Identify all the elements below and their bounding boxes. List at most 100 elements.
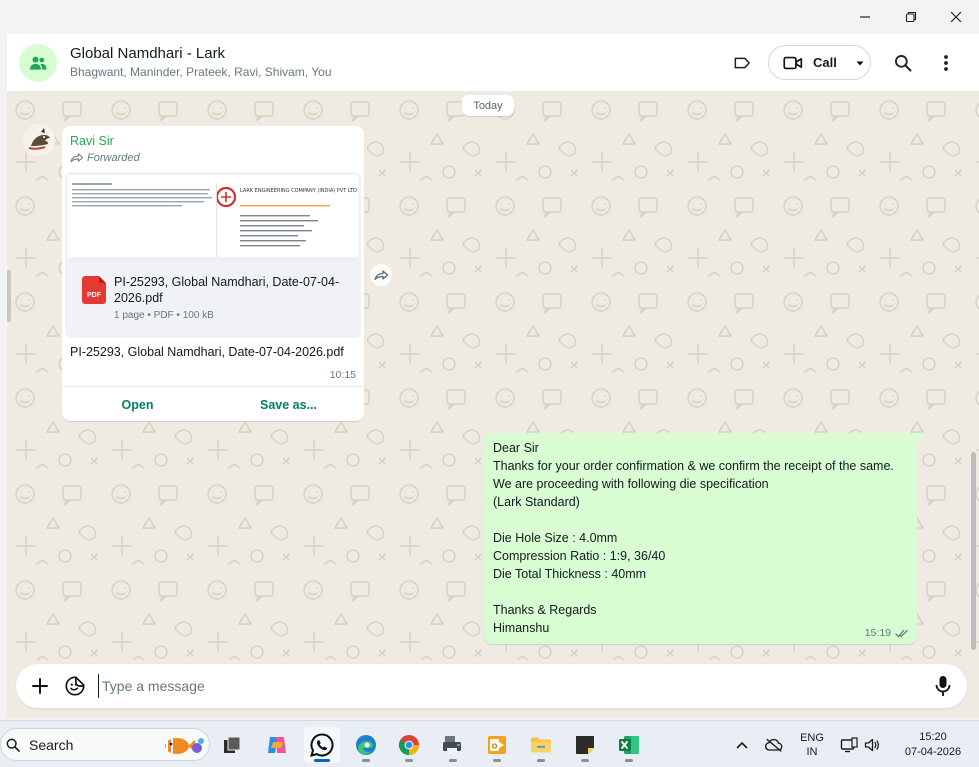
excel-icon — [619, 736, 639, 754]
forward-arrow-icon — [374, 269, 388, 280]
group-avatar[interactable] — [19, 44, 57, 82]
taskbar-sticky-notes[interactable] — [567, 727, 603, 763]
participants-list[interactable]: Bhagwant, Maninder, Prateek, Ravi, Shiva… — [70, 65, 332, 79]
message-timestamp: 15:19 — [864, 627, 891, 639]
caret-down-icon — [856, 61, 864, 65]
window-title-bar — [0, 0, 979, 34]
folder-icon — [531, 737, 551, 753]
document-meta: 1 page • PDF • 100 kB — [114, 310, 214, 321]
network-icon — [840, 736, 858, 752]
message-list-scrollbar[interactable] — [971, 452, 976, 650]
minimize-button[interactable] — [842, 0, 888, 34]
document-preview[interactable]: LARK ENGINEERING COMPANY (INDIA) PVT LTD — [68, 175, 358, 262]
save-as-button[interactable]: Save as... — [213, 387, 364, 422]
cloud-offline-icon — [764, 738, 783, 752]
sender-avatar[interactable] — [23, 124, 55, 156]
taskbar-excel[interactable] — [611, 727, 647, 763]
forwarded-text: Forwarded — [87, 152, 140, 164]
outgoing-message-meta: 15:19 — [865, 627, 909, 639]
chrome-browser-icon — [398, 735, 419, 756]
open-document-button[interactable]: Open — [62, 387, 213, 422]
day-divider: Today — [462, 95, 514, 116]
outgoing-message-text: Dear Sir Thanks for your order confirmat… — [493, 441, 894, 635]
microphone-icon — [935, 676, 951, 696]
left-scrollbar[interactable] — [7, 270, 11, 322]
taskbar-copilot[interactable] — [259, 727, 295, 763]
restore-icon — [905, 11, 917, 23]
document-info-row[interactable]: PDF PI-25293, Global Namdhari, Date-07-0… — [65, 262, 361, 338]
call-button[interactable]: Call — [768, 45, 871, 80]
composer-bar — [7, 660, 979, 718]
edge-browser-icon — [356, 735, 376, 755]
search-icon — [6, 738, 20, 752]
taskbar-chrome[interactable] — [391, 727, 427, 763]
document-preview-company: LARK ENGINEERING COMPANY (INDIA) PVT LTD — [240, 188, 357, 194]
close-icon — [950, 11, 962, 23]
region-code: IN — [806, 746, 818, 758]
whatsapp-icon — [310, 733, 334, 757]
pdf-icon-label: PDF — [87, 292, 101, 299]
sticky-note-icon — [576, 736, 594, 754]
chat-title[interactable]: Global Namdhari - Lark — [70, 45, 225, 62]
double-check-icon — [895, 629, 908, 637]
volume-icon — [864, 738, 879, 751]
pdf-file-icon: PDF — [82, 276, 106, 304]
taskbar-task-view[interactable] — [214, 727, 250, 763]
message-list[interactable]: Today Ravi Sir Forwarded LARK ENGINEERIN… — [7, 92, 979, 660]
call-button-label: Call — [813, 55, 837, 70]
input-language-indicator[interactable]: ENG IN — [796, 731, 828, 759]
taskbar-outlook[interactable]: O — [479, 727, 515, 763]
clock-date: 07-04-2026 — [904, 746, 962, 758]
document-preview-image: LARK ENGINEERING COMPANY (INDIA) PVT LTD — [68, 175, 358, 262]
message-timestamp: 10:15 — [329, 369, 356, 381]
system-clock[interactable]: 15:20 07-04-2026 — [893, 730, 973, 760]
search-chat-button[interactable] — [891, 51, 915, 75]
taskbar-whatsapp[interactable] — [304, 727, 340, 763]
group-icon — [30, 56, 47, 70]
label-button[interactable] — [730, 51, 754, 75]
printer-scanner-icon — [443, 736, 461, 754]
chevron-up-icon — [736, 741, 748, 748]
outlook-mail-icon: O — [488, 736, 506, 754]
language-code: ENG — [800, 732, 824, 744]
close-window-button[interactable] — [933, 0, 979, 34]
video-camera-icon — [783, 56, 803, 69]
label-icon — [734, 57, 750, 69]
tray-onedrive-button[interactable] — [760, 721, 788, 767]
more-options-button[interactable] — [934, 51, 958, 75]
attach-button[interactable] — [28, 674, 52, 698]
minimize-icon — [860, 16, 870, 18]
taskbar-search-label: Search — [29, 736, 74, 753]
plus-icon — [32, 678, 48, 694]
restore-button[interactable] — [888, 0, 934, 34]
taskbar-edge[interactable] — [348, 727, 384, 763]
document-file-name: PI-25293, Global Namdhari, Date-07-04-20… — [114, 275, 340, 305]
search-icon — [895, 55, 912, 72]
clock-time: 15:20 — [919, 731, 947, 743]
sender-name[interactable]: Ravi Sir — [70, 134, 114, 148]
taskbar-file-explorer[interactable] — [523, 727, 559, 763]
forward-message-button[interactable] — [370, 264, 392, 286]
taskbar-search[interactable]: Search — [0, 728, 210, 761]
composer — [16, 664, 967, 708]
tray-network-volume[interactable] — [836, 721, 884, 767]
svg-text:O: O — [492, 743, 498, 751]
document-attachment[interactable]: LARK ENGINEERING COMPANY (INDIA) PVT LTD — [65, 172, 361, 338]
outgoing-message-bubble[interactable]: Dear Sir Thanks for your order confirmat… — [484, 433, 925, 644]
windows-taskbar: Search O ENG IN 15:20 07-04-2026 — [0, 720, 979, 767]
kebab-menu-icon — [944, 55, 948, 71]
forward-arrow-icon — [70, 153, 83, 163]
copilot-icon — [268, 737, 286, 753]
sticker-smiley-icon — [65, 676, 85, 696]
message-input[interactable] — [98, 674, 918, 698]
chat-header: Global Namdhari - Lark Bhagwant, Maninde… — [7, 34, 979, 92]
document-caption: PI-25293, Global Namdhari, Date-07-04-20… — [70, 345, 344, 359]
incoming-message-bubble[interactable]: Ravi Sir Forwarded LARK ENGINEERING COMP… — [62, 126, 364, 421]
voice-message-button[interactable] — [931, 674, 955, 698]
search-highlight-fish-icon — [165, 738, 204, 754]
task-view-icon — [224, 736, 241, 753]
avatar-bird-image — [23, 124, 55, 156]
taskbar-device-app[interactable] — [435, 727, 471, 763]
tray-overflow-button[interactable] — [730, 721, 754, 767]
emoji-sticker-button[interactable] — [63, 674, 87, 698]
